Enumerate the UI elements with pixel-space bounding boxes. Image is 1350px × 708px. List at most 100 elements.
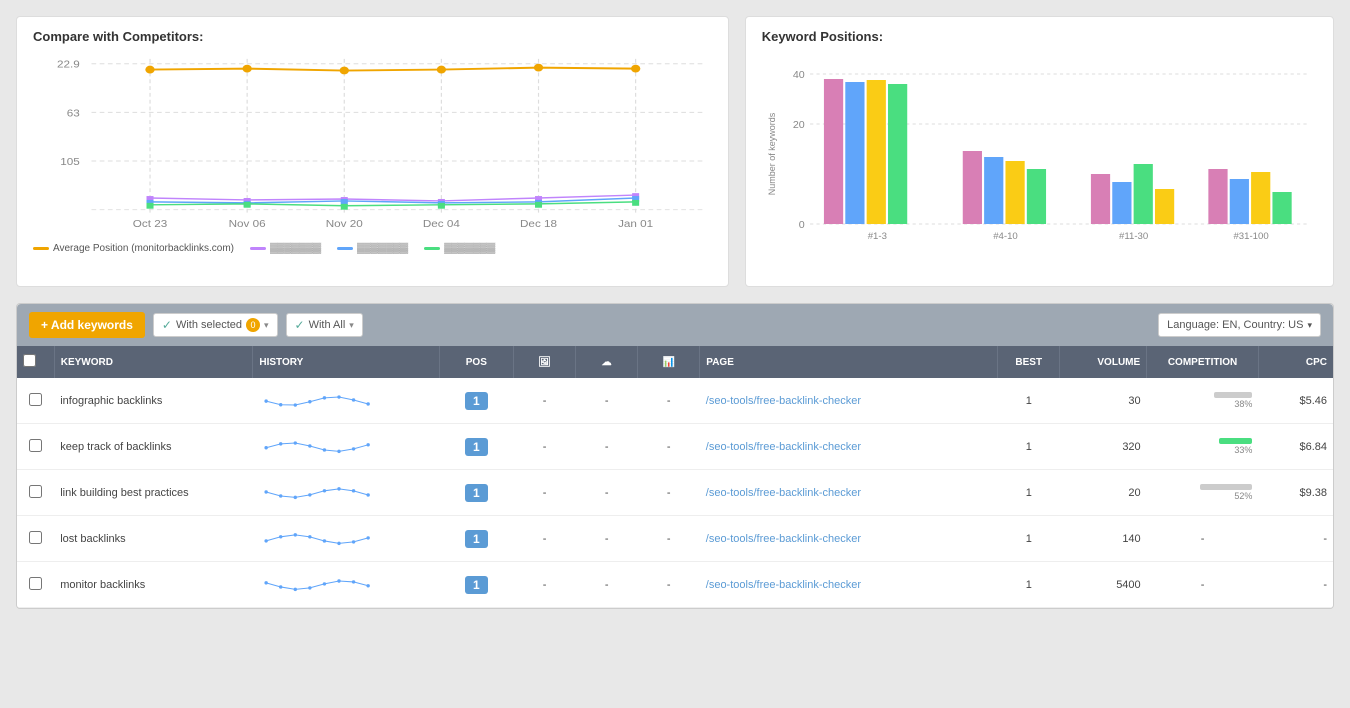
with-all-label: With All bbox=[309, 319, 346, 331]
row-page-link[interactable]: /seo-tools/free-backlink-checker bbox=[706, 395, 861, 407]
row-best: 1 bbox=[998, 516, 1060, 562]
table-body: infographic backlinks 1 - - - /seo-tools… bbox=[17, 378, 1333, 608]
header-competition: COMPETITION bbox=[1147, 346, 1259, 378]
bar-chart-area: Number of keywords 40 20 0 #1-3 bbox=[762, 54, 1317, 274]
row-keyword: keep track of backlinks bbox=[54, 424, 253, 470]
header-cpc: CPC bbox=[1258, 346, 1333, 378]
sparkline-chart bbox=[259, 476, 389, 506]
legend-item-purple: ▓▓▓▓▓▓▓ bbox=[250, 243, 321, 254]
add-keywords-button[interactable]: + Add keywords bbox=[29, 312, 145, 338]
language-chevron-icon: ▾ bbox=[1307, 320, 1312, 331]
svg-text:Dec 04: Dec 04 bbox=[423, 219, 460, 230]
row-cpc: - bbox=[1258, 516, 1333, 562]
svg-text:63: 63 bbox=[67, 108, 80, 119]
row-history bbox=[253, 562, 439, 608]
selected-count-badge: 0 bbox=[246, 318, 260, 332]
row-col6: - bbox=[638, 424, 700, 470]
with-all-button[interactable]: ✓ With All ▾ bbox=[286, 313, 363, 337]
svg-text:105: 105 bbox=[60, 157, 80, 168]
row-pos: 1 bbox=[439, 424, 513, 470]
compare-competitors-title: Compare with Competitors: bbox=[33, 29, 712, 44]
select-all-checkbox[interactable] bbox=[23, 354, 36, 367]
row-volume: 320 bbox=[1060, 424, 1147, 470]
row-keyword: infographic backlinks bbox=[54, 378, 253, 424]
row-pos: 1 bbox=[439, 562, 513, 608]
pos-badge: 1 bbox=[465, 438, 488, 456]
svg-text:40: 40 bbox=[793, 70, 805, 81]
competition-label: 38% bbox=[1234, 399, 1252, 409]
with-selected-label: With selected bbox=[176, 319, 242, 331]
competition-bar bbox=[1200, 484, 1252, 490]
legend-item-blue: ▓▓▓▓▓▓▓ bbox=[337, 243, 408, 254]
header-best: BEST bbox=[998, 346, 1060, 378]
row-history bbox=[253, 378, 439, 424]
row-cpc: $6.84 bbox=[1258, 424, 1333, 470]
row-col6: - bbox=[638, 516, 700, 562]
row-page-link[interactable]: /seo-tools/free-backlink-checker bbox=[706, 441, 861, 453]
row-page-link[interactable]: /seo-tools/free-backlink-checker bbox=[706, 579, 861, 591]
row-col4: - bbox=[514, 516, 576, 562]
row-col5: - bbox=[576, 562, 638, 608]
svg-text:Nov 20: Nov 20 bbox=[326, 219, 363, 230]
line-chart-area: 22.9 63 105 Oct 23 Nov 06 Nov 20 Dec 04 bbox=[33, 54, 712, 274]
svg-text:20: 20 bbox=[793, 120, 805, 131]
row-col6: - bbox=[638, 378, 700, 424]
competition-bar bbox=[1219, 438, 1252, 444]
selected-count: 0 bbox=[251, 320, 256, 330]
row-volume: 20 bbox=[1060, 470, 1147, 516]
row-history bbox=[253, 470, 439, 516]
legend-item-orange: Average Position (monitorbacklinks.com) bbox=[33, 243, 234, 254]
with-all-check-icon: ✓ bbox=[295, 318, 305, 332]
competition-bar bbox=[1214, 392, 1252, 398]
row-keyword: lost backlinks bbox=[54, 516, 253, 562]
pos-badge: 1 bbox=[465, 484, 488, 502]
competition-label: 33% bbox=[1234, 445, 1252, 455]
row-checkbox[interactable] bbox=[29, 531, 42, 544]
legend-label-green: ▓▓▓▓▓▓▓ bbox=[444, 243, 495, 254]
svg-text:Number of keywords: Number of keywords bbox=[766, 112, 776, 195]
row-checkbox[interactable] bbox=[29, 577, 42, 590]
row-competition: 38% bbox=[1147, 378, 1259, 424]
row-checkbox[interactable] bbox=[29, 393, 42, 406]
svg-text:Jan 01: Jan 01 bbox=[618, 219, 653, 230]
sparkline-chart bbox=[259, 568, 389, 598]
row-volume: 30 bbox=[1060, 378, 1147, 424]
svg-text:Oct 23: Oct 23 bbox=[133, 219, 167, 230]
keywords-section: + Add keywords ✓ With selected 0 ▾ ✓ Wit… bbox=[16, 303, 1334, 609]
row-page-link[interactable]: /seo-tools/free-backlink-checker bbox=[706, 487, 861, 499]
svg-text:22.9: 22.9 bbox=[57, 59, 80, 70]
header-checkbox-cell bbox=[17, 346, 54, 378]
main-container: Compare with Competitors: 22.9 63 105 bbox=[0, 0, 1350, 625]
language-select[interactable]: Language: EN, Country: US ▾ bbox=[1158, 313, 1321, 337]
header-keyword: KEYWORD bbox=[54, 346, 253, 378]
header-col4: 🖼 bbox=[514, 346, 576, 378]
row-checkbox[interactable] bbox=[29, 485, 42, 498]
competition-bar-container: 52% bbox=[1153, 484, 1253, 501]
with-selected-chevron-icon: ▾ bbox=[264, 320, 269, 331]
row-cpc: $9.38 bbox=[1258, 470, 1333, 516]
row-competition: - bbox=[1147, 562, 1259, 608]
keyword-positions-title: Keyword Positions: bbox=[762, 29, 1317, 44]
col5-icon: ☁ bbox=[602, 357, 612, 368]
svg-text:#11-30: #11-30 bbox=[1119, 231, 1148, 241]
legend-label-purple: ▓▓▓▓▓▓▓ bbox=[270, 243, 321, 254]
row-best: 1 bbox=[998, 378, 1060, 424]
row-page: /seo-tools/free-backlink-checker bbox=[700, 562, 998, 608]
row-col5: - bbox=[576, 470, 638, 516]
row-checkbox[interactable] bbox=[29, 439, 42, 452]
checkmark-icon: ✓ bbox=[162, 318, 172, 332]
svg-text:#4-10: #4-10 bbox=[993, 231, 1018, 241]
svg-text:Dec 18: Dec 18 bbox=[520, 219, 557, 230]
row-page-link[interactable]: /seo-tools/free-backlink-checker bbox=[706, 533, 861, 545]
row-competition: 52% bbox=[1147, 470, 1259, 516]
with-selected-button[interactable]: ✓ With selected 0 ▾ bbox=[153, 313, 278, 337]
row-cpc: $5.46 bbox=[1258, 378, 1333, 424]
line-chart-svg: 22.9 63 105 Oct 23 Nov 06 Nov 20 Dec 04 bbox=[33, 54, 712, 234]
col6-icon: 📊 bbox=[663, 357, 675, 368]
with-all-chevron-icon: ▾ bbox=[349, 320, 354, 331]
language-label: Language: EN, Country: US bbox=[1167, 319, 1303, 331]
competition-bar-container: 38% bbox=[1153, 392, 1253, 409]
row-keyword: link building best practices bbox=[54, 470, 253, 516]
pos-badge: 1 bbox=[465, 576, 488, 594]
row-best: 1 bbox=[998, 562, 1060, 608]
